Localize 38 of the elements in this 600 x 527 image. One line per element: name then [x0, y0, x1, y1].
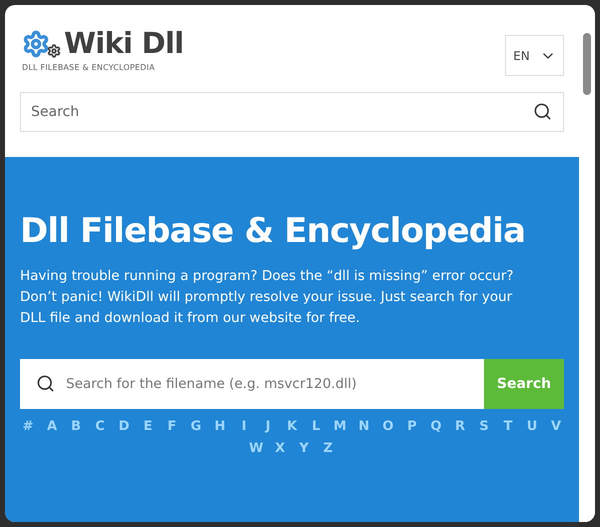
- letter-link[interactable]: #: [21, 417, 35, 437]
- letter-link[interactable]: F: [165, 417, 179, 437]
- letter-link[interactable]: Q: [429, 417, 443, 437]
- letter-link[interactable]: Y: [297, 438, 311, 458]
- filename-search-field[interactable]: Search for the filename (e.g. msvcr120.dll): [20, 359, 484, 410]
- letter-link[interactable]: C: [93, 417, 107, 437]
- letter-link[interactable]: Z: [321, 438, 335, 458]
- letter-link[interactable]: N: [357, 417, 371, 437]
- letter-link[interactable]: D: [117, 417, 131, 437]
- letter-link[interactable]: O: [381, 417, 395, 437]
- letter-link[interactable]: T: [501, 417, 515, 437]
- language-select[interactable]: EN: [505, 35, 564, 76]
- letter-link[interactable]: P: [405, 417, 419, 437]
- letter-link[interactable]: B: [69, 417, 83, 437]
- letter-link[interactable]: L: [309, 417, 323, 437]
- letter-link[interactable]: U: [525, 417, 539, 437]
- letter-link[interactable]: J: [261, 417, 275, 437]
- search-button[interactable]: Search: [484, 359, 564, 410]
- letter-link[interactable]: V: [549, 417, 563, 437]
- hero-title: Dll Filebase & Encyclopedia: [20, 213, 526, 250]
- letter-link[interactable]: W: [249, 438, 263, 458]
- gears-icon: [22, 30, 61, 58]
- letter-link[interactable]: A: [45, 417, 59, 437]
- letter-link[interactable]: E: [141, 417, 155, 437]
- search-field[interactable]: Search: [20, 92, 564, 132]
- letter-link[interactable]: M: [333, 417, 347, 437]
- letter-link[interactable]: G: [189, 417, 203, 437]
- letter-link[interactable]: H: [213, 417, 227, 437]
- letter-link[interactable]: S: [477, 417, 491, 437]
- logo-title: Wiki Dll: [64, 29, 184, 58]
- search-icon: [533, 102, 552, 121]
- search-icon: [36, 374, 55, 394]
- letter-link[interactable]: K: [285, 417, 299, 437]
- letter-link[interactable]: I: [237, 417, 251, 437]
- letter-link[interactable]: X: [273, 438, 287, 458]
- letter-link[interactable]: R: [453, 417, 467, 437]
- hero-description: Having trouble running a program? Does the “dll is missing” error occur? Don’t panic! WikiDll will promptly resolve your issue. Just search for your DLL file and download it from our website for free.: [20, 267, 515, 328]
- logo-tagline: DLL FILEBASE & ENCYCLOPEDIA: [22, 62, 156, 74]
